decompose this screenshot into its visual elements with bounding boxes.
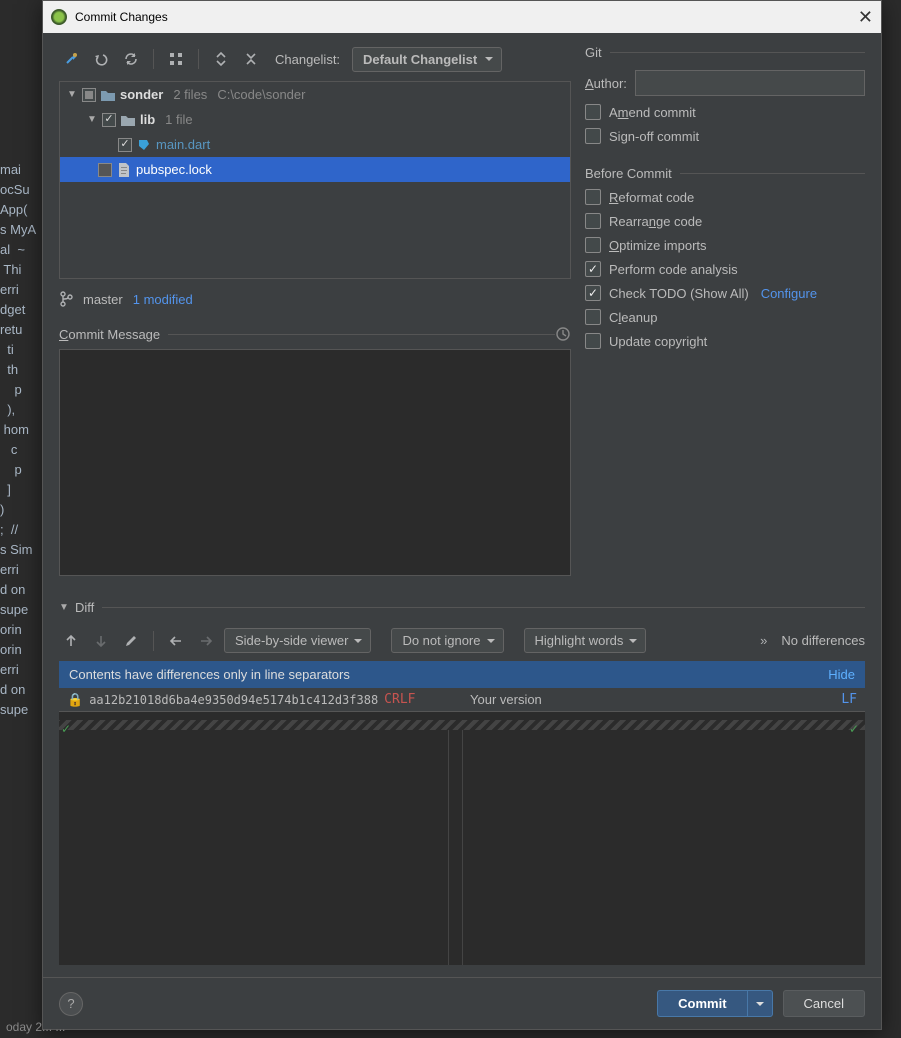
dialog-title: Commit Changes: [75, 10, 168, 24]
tree-row-main[interactable]: main.dart: [60, 132, 570, 157]
copyright-checkbox[interactable]: [585, 333, 601, 349]
changelist-combo[interactable]: Default Changelist: [352, 47, 502, 72]
sep-msg: Contents have differences only in line s…: [69, 667, 350, 682]
no-diff-label: No differences: [781, 633, 865, 648]
cleanup-checkbox[interactable]: [585, 309, 601, 325]
diff-viewer[interactable]: ✓ ✓: [59, 712, 865, 965]
revision-hash: aa12b21018d6ba4e9350d94e5174b1c412d3f388: [89, 693, 378, 707]
file-icon: [116, 162, 132, 178]
checkbox[interactable]: [82, 88, 96, 102]
modified-count[interactable]: 1 modified: [133, 292, 193, 307]
signoff-checkbox[interactable]: [585, 128, 601, 144]
todo-label: Check TODO (Show All): [609, 286, 749, 301]
branch-name[interactable]: master: [83, 292, 123, 307]
app-icon: [51, 9, 67, 25]
amend-label: Amend commit: [609, 105, 696, 120]
branch-status: master 1 modified: [59, 285, 571, 313]
commit-dropdown-button[interactable]: [747, 990, 773, 1017]
tree-row-lib[interactable]: ▼ lib 1 file: [60, 107, 570, 132]
tree-row-root[interactable]: ▼ sonder 2 files C:\code\sonder: [60, 82, 570, 107]
git-section-header: Git: [585, 45, 865, 60]
reformat-checkbox[interactable]: [585, 189, 601, 205]
commit-message-label: Commit Message: [59, 327, 160, 342]
analysis-label: Perform code analysis: [609, 262, 738, 277]
tree-toggle-icon[interactable]: ▼: [86, 114, 98, 125]
viewer-mode-combo[interactable]: Side-by-side viewer: [224, 628, 371, 653]
diff-file-header: 🔒 aa12b21018d6ba4e9350d94e5174b1c412d3f3…: [59, 688, 865, 712]
before-commit-header: Before Commit: [585, 166, 865, 181]
highlight-combo[interactable]: Highlight words: [524, 628, 647, 653]
lock-icon: 🔒: [67, 692, 83, 708]
prev-diff-icon[interactable]: [59, 629, 83, 653]
edit-icon[interactable]: [119, 629, 143, 653]
diff-toolbar: Side-by-side viewer Do not ignore Highli…: [59, 628, 865, 653]
ide-statusbar-fragment: oday 2... ...: [0, 1016, 71, 1038]
branch-icon: [59, 291, 73, 307]
tree-toggle-icon[interactable]: ▼: [66, 89, 78, 100]
signoff-label: Sign-off commit: [609, 129, 699, 144]
hide-link[interactable]: Hide: [828, 667, 855, 682]
amend-checkbox[interactable]: [585, 104, 601, 120]
diff-label: Diff: [75, 600, 94, 615]
next-file-icon[interactable]: [194, 629, 218, 653]
diff-header-toggle[interactable]: ▼ Diff: [59, 596, 865, 618]
checkbox[interactable]: [102, 113, 116, 127]
close-icon[interactable]: ✕: [858, 7, 873, 28]
dialog-footer: ? Commit Cancel: [43, 977, 881, 1029]
author-input[interactable]: [635, 70, 865, 96]
cancel-button[interactable]: Cancel: [783, 990, 865, 1017]
analysis-checkbox[interactable]: [585, 261, 601, 277]
optimize-checkbox[interactable]: [585, 237, 601, 253]
commit-message-header: Commit Message: [59, 323, 571, 345]
group-by-icon[interactable]: [164, 47, 188, 71]
todo-checkbox[interactable]: [585, 285, 601, 301]
next-diff-icon[interactable]: [89, 629, 113, 653]
refresh-changelist-icon[interactable]: [59, 47, 83, 71]
folder-icon: [120, 112, 136, 128]
check-icon: ✓: [61, 722, 71, 736]
copyright-label: Update copyright: [609, 334, 707, 349]
rearrange-label: Rearrange code: [609, 214, 702, 229]
commit-message-input[interactable]: [59, 349, 571, 576]
checkbox[interactable]: [118, 138, 132, 152]
rearrange-checkbox[interactable]: [585, 213, 601, 229]
cleanup-label: Cleanup: [609, 310, 657, 325]
folder-icon: [100, 87, 116, 103]
refresh-icon[interactable]: [119, 47, 143, 71]
commit-dialog: Commit Changes ✕: [42, 0, 882, 1030]
reformat-label: Reformat code: [609, 190, 694, 205]
tree-row-pubspec[interactable]: pubspec.lock: [60, 157, 570, 182]
line-separators-banner: Contents have differences only in line s…: [59, 661, 865, 688]
collapse-all-icon[interactable]: [239, 47, 263, 71]
crlf-label: CRLF: [384, 692, 415, 707]
prev-file-icon[interactable]: [164, 629, 188, 653]
optimize-label: Optimize imports: [609, 238, 707, 253]
titlebar[interactable]: Commit Changes ✕: [43, 1, 881, 33]
changes-tree[interactable]: ▼ sonder 2 files C:\code\sonder ▼ lib 1 …: [59, 81, 571, 279]
ignore-combo[interactable]: Do not ignore: [391, 628, 503, 653]
undo-icon[interactable]: [89, 47, 113, 71]
check-icon: ✓: [849, 722, 859, 736]
configure-link[interactable]: Configure: [761, 286, 817, 301]
commit-button[interactable]: Commit: [657, 990, 746, 1017]
checkbox[interactable]: [98, 163, 112, 177]
expand-all-icon[interactable]: [209, 47, 233, 71]
changelist-label: Changelist:: [275, 52, 340, 67]
history-icon[interactable]: [555, 326, 571, 342]
more-icon[interactable]: »: [760, 633, 767, 648]
your-version-label: Your version: [470, 692, 542, 707]
help-icon[interactable]: ?: [59, 992, 83, 1016]
lf-label: LF: [841, 692, 857, 707]
dart-file-icon: [136, 137, 152, 153]
author-label: Author:: [585, 76, 627, 91]
commit-toolbar: Changelist: Default Changelist: [59, 45, 571, 73]
